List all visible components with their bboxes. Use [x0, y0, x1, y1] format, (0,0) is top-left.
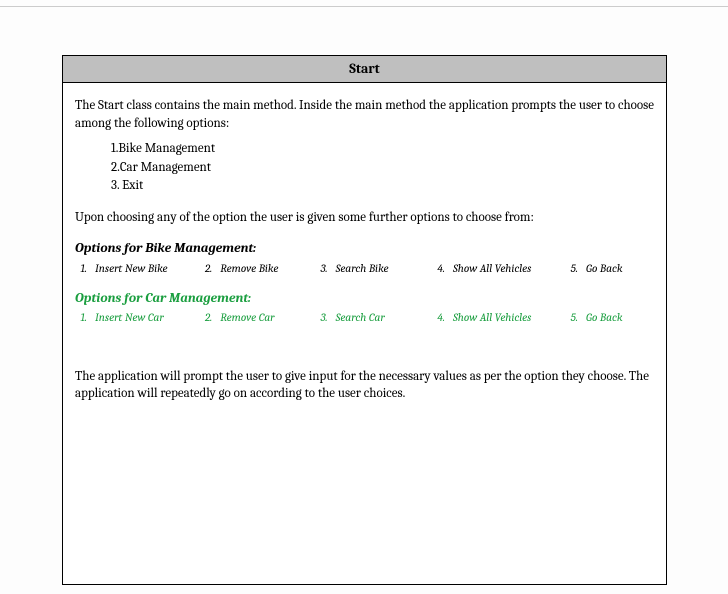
further-paragraph: Upon choosing any of the option the user…	[75, 209, 654, 227]
car-opt-search: 3. Search Car	[316, 310, 433, 326]
opt-text: Remove Bike	[220, 261, 278, 277]
opt-text: Insert New Car	[95, 310, 164, 326]
car-opt-insert: 1. Insert New Car	[75, 310, 200, 326]
opt-text: Insert New Bike	[95, 261, 168, 277]
intro-paragraph: The Start class contains the main method…	[75, 97, 654, 132]
bike-options-row: 1. Insert New Bike 2. Remove Bike 3. Search…	[75, 261, 654, 277]
car-opt-showall: 4. Show All Vehicles	[433, 310, 566, 326]
car-opt-goback: 5. Go Back	[566, 310, 654, 326]
opt-text: Show All Vehicles	[453, 310, 531, 326]
title-text: Start	[349, 60, 380, 77]
bike-options-label: Options for Bike Management:	[75, 240, 654, 258]
bike-opt-goback: 5. Go Back	[566, 261, 654, 277]
opt-num: 3.	[316, 310, 328, 326]
bike-opt-insert: 1. Insert New Bike	[75, 261, 200, 277]
menu-item-car: 2.Car Management	[111, 159, 654, 177]
closing-paragraph: The application will prompt the user to …	[75, 368, 654, 403]
menu-item-bike: 1.Bike Management	[111, 140, 654, 158]
title-bar: Start	[63, 56, 666, 83]
opt-num: 1.	[75, 261, 87, 277]
opt-num: 3.	[316, 261, 328, 277]
car-options-row: 1. Insert New Car 2. Remove Car 3. Search C…	[75, 310, 654, 326]
car-options-label: Options for Car Management:	[75, 290, 654, 308]
bike-opt-search: 3. Search Bike	[316, 261, 433, 277]
opt-text: Go Back	[586, 261, 623, 277]
opt-text: Search Car	[336, 310, 385, 326]
opt-num: 5.	[566, 261, 578, 277]
bike-opt-showall: 4. Show All Vehicles	[433, 261, 566, 277]
opt-num: 4.	[433, 310, 445, 326]
opt-text: Remove Car	[220, 310, 274, 326]
document-body: The Start class contains the main method…	[63, 83, 666, 423]
document-frame: Start The Start class contains the main …	[62, 55, 667, 585]
document-page: Start The Start class contains the main …	[0, 7, 728, 594]
opt-text: Show All Vehicles	[453, 261, 531, 277]
bike-opt-remove: 2. Remove Bike	[200, 261, 315, 277]
opt-num: 4.	[433, 261, 445, 277]
opt-num: 2.	[200, 310, 212, 326]
opt-text: Go Back	[586, 310, 623, 326]
opt-text: Search Bike	[336, 261, 389, 277]
opt-num: 5.	[566, 310, 578, 326]
opt-num: 1.	[75, 310, 87, 326]
car-opt-remove: 2. Remove Car	[200, 310, 315, 326]
opt-num: 2.	[200, 261, 212, 277]
menu-item-exit: 3. Exit	[111, 177, 654, 195]
main-menu-list: 1.Bike Management 2.Car Management 3. Ex…	[111, 140, 654, 195]
